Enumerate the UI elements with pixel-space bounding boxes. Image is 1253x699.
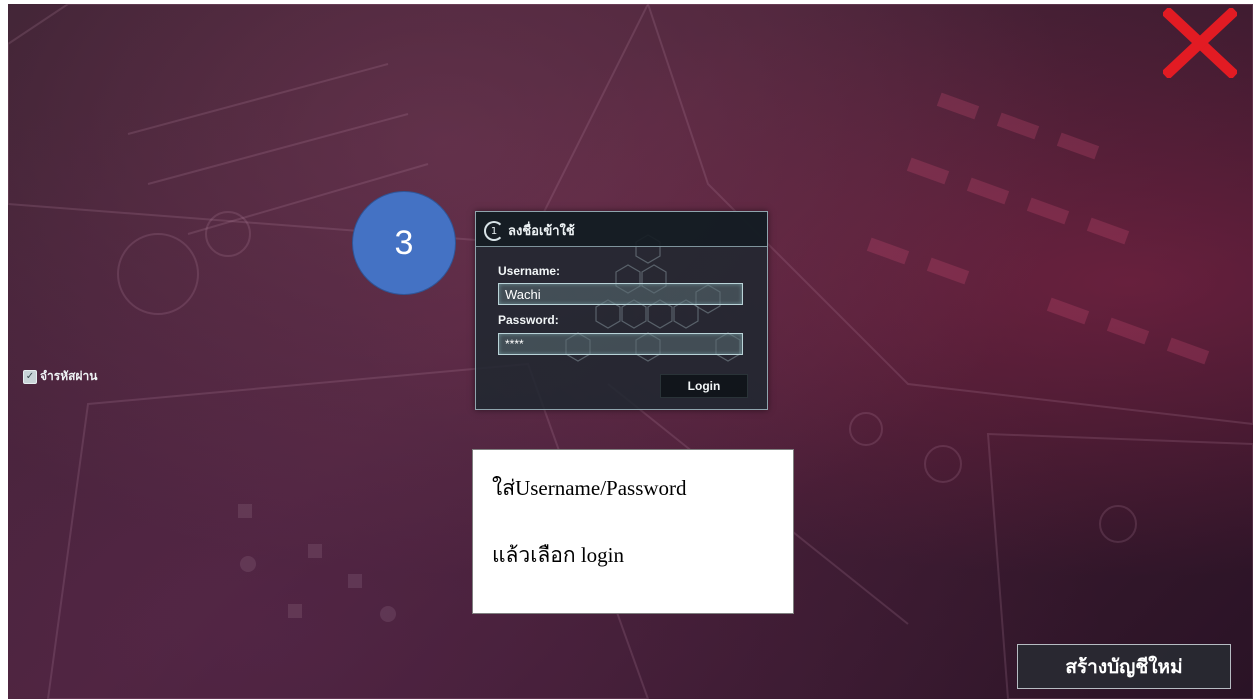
username-input[interactable] [498, 283, 743, 305]
remember-password-label: จำรหัสผ่าน [40, 369, 98, 383]
password-input[interactable]: **** [498, 333, 743, 355]
login-panel: 1 ลงชื่อเข้าใช้ Username: Password: ****… [475, 211, 768, 410]
login-button[interactable]: Login [660, 374, 748, 398]
instruction-line-1: ใส่Username/Password [492, 476, 687, 500]
username-label: Username: [498, 264, 561, 278]
step-one-icon: 1 [484, 221, 504, 241]
create-account-button[interactable]: สร้างบัญชีใหม่ [1017, 644, 1231, 689]
close-icon[interactable] [1163, 8, 1237, 78]
instruction-line-2: แล้วเลือก login [492, 543, 624, 567]
password-label: Password: [498, 313, 559, 327]
login-panel-header: 1 ลงชื่อเข้าใช้ [476, 212, 767, 246]
instruction-callout-box: ใส่Username/Password แล้วเลือก login [472, 449, 794, 614]
login-panel-title: ลงชื่อเข้าใช้ [508, 224, 575, 239]
remember-password-checkbox[interactable]: ✓ [23, 370, 37, 384]
step-number-badge: 3 [352, 191, 456, 295]
header-divider [476, 246, 767, 247]
